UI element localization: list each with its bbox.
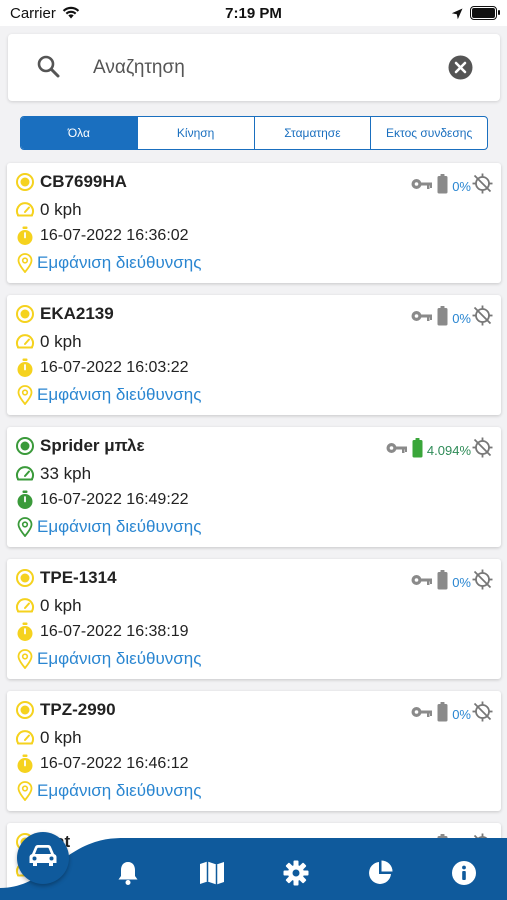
vehicle-card[interactable]: EKA2139 0 kph 16-07-2022 16:03:22 Εμφάνι… — [7, 295, 501, 415]
map-pin-icon — [15, 253, 35, 273]
pie-chart-icon[interactable] — [365, 858, 395, 888]
vehicle-timestamp: 16-07-2022 16:49:22 — [40, 491, 189, 508]
map-icon[interactable] — [197, 858, 227, 888]
map-pin-icon — [15, 649, 35, 669]
vehicle-name: EKA2139 — [40, 304, 114, 323]
status-dot-icon — [15, 700, 35, 720]
battery-level-icon — [437, 569, 448, 595]
ignition-key-icon — [411, 309, 433, 327]
show-address-link[interactable]: Εμφάνιση διεύθυνσης — [37, 253, 201, 273]
battery-level-icon — [437, 701, 448, 727]
map-pin-icon — [15, 517, 35, 537]
ignition-key-icon — [411, 177, 433, 195]
vehicle-speed: 0 kph — [40, 728, 82, 747]
stopwatch-icon — [15, 754, 35, 774]
battery-level-icon — [437, 173, 448, 199]
vehicle-status-icons: 0% — [411, 701, 493, 727]
filter-tabs: Όλα Κίνηση Σταματησε Εκτος συνδεσης — [20, 116, 488, 150]
show-address-link[interactable]: Εμφάνιση διεύθυνσης — [37, 649, 201, 669]
battery-percent: 0% — [452, 574, 471, 590]
tab-all[interactable]: Όλα — [21, 117, 137, 149]
show-address-link[interactable]: Εμφάνιση διεύθυνσης — [37, 781, 201, 801]
show-address-link[interactable]: Εμφάνιση διεύθυνσης — [37, 517, 201, 537]
map-pin-icon — [15, 385, 35, 405]
vehicle-timestamp: 16-07-2022 16:03:22 — [40, 359, 189, 376]
status-bar: Carrier 7:19 PM — [0, 0, 507, 26]
search-icon — [36, 54, 62, 85]
battery-icon — [470, 6, 500, 20]
battery-percent: 0% — [452, 706, 471, 722]
battery-percent: 0% — [452, 178, 471, 194]
clear-icon[interactable] — [448, 55, 473, 80]
gps-off-icon — [472, 437, 493, 463]
speedometer-icon — [15, 728, 35, 748]
battery-percent: 4.094% — [426, 442, 471, 458]
vehicle-card[interactable]: Sprider μπλε 33 kph 16-07-2022 16:49:22 … — [7, 427, 501, 547]
vehicle-status-icons: 0% — [411, 173, 493, 199]
map-pin-icon — [15, 781, 35, 801]
nav-background — [0, 838, 507, 900]
vehicle-name: CB7699HA — [40, 172, 127, 191]
vehicle-status-icons: 0% — [411, 305, 493, 331]
status-dot-icon — [15, 304, 35, 324]
location-arrow-icon — [451, 7, 463, 25]
ignition-key-icon — [411, 705, 433, 723]
info-icon[interactable] — [449, 858, 479, 888]
status-dot-icon — [15, 172, 35, 192]
vehicle-timestamp: 16-07-2022 16:46:12 — [40, 755, 189, 772]
vehicles-fab[interactable] — [17, 832, 69, 884]
show-address-link[interactable]: Εμφάνιση διεύθυνσης — [37, 385, 201, 405]
gps-off-icon — [472, 701, 493, 727]
vehicle-card[interactable]: TPZ-2990 0 kph 16-07-2022 16:46:12 Εμφάν… — [7, 691, 501, 811]
car-icon — [28, 844, 58, 873]
vehicle-speed: 0 kph — [40, 332, 82, 351]
ignition-key-icon — [386, 441, 408, 459]
ignition-key-icon — [411, 573, 433, 591]
tab-stopped[interactable]: Σταματησε — [253, 117, 371, 149]
tab-offline[interactable]: Εκτος συνδεσης — [370, 117, 487, 149]
clock: 7:19 PM — [225, 5, 282, 22]
stopwatch-icon — [15, 622, 35, 642]
speedometer-icon — [15, 596, 35, 616]
speedometer-icon — [15, 464, 35, 484]
stopwatch-icon — [15, 226, 35, 246]
status-dot-icon — [15, 436, 35, 456]
speedometer-icon — [15, 200, 35, 220]
vehicle-timestamp: 16-07-2022 16:38:19 — [40, 623, 189, 640]
gear-icon[interactable] — [281, 858, 311, 888]
vehicle-speed: 33 kph — [40, 464, 92, 483]
vehicle-status-icons: 4.094% — [386, 437, 493, 463]
gps-off-icon — [472, 305, 493, 331]
vehicle-status-icons: 0% — [411, 569, 493, 595]
speedometer-icon — [15, 332, 35, 352]
vehicle-card[interactable]: CB7699HA 0 kph 16-07-2022 16:36:02 Εμφάν… — [7, 163, 501, 283]
status-dot-icon — [15, 568, 35, 588]
stopwatch-icon — [15, 358, 35, 378]
battery-level-icon — [437, 305, 448, 331]
battery-percent: 0% — [452, 310, 471, 326]
gps-off-icon — [472, 173, 493, 199]
bell-icon[interactable] — [113, 858, 143, 888]
vehicle-timestamp: 16-07-2022 16:36:02 — [40, 227, 189, 244]
vehicle-name: TPE-1314 — [40, 568, 117, 587]
gps-off-icon — [472, 569, 493, 595]
vehicle-speed: 0 kph — [40, 200, 82, 219]
battery-level-icon — [412, 437, 423, 463]
vehicle-speed: 0 kph — [40, 596, 82, 615]
stopwatch-icon — [15, 490, 35, 510]
vehicle-name: Sprider μπλε — [40, 436, 145, 455]
search-input[interactable] — [93, 54, 423, 82]
bottom-nav — [0, 836, 507, 900]
vehicle-name: TPZ-2990 — [40, 700, 116, 719]
vehicle-card[interactable]: TPE-1314 0 kph 16-07-2022 16:38:19 Εμφάν… — [7, 559, 501, 679]
tab-moving[interactable]: Κίνηση — [136, 117, 254, 149]
search-bar — [8, 34, 500, 101]
